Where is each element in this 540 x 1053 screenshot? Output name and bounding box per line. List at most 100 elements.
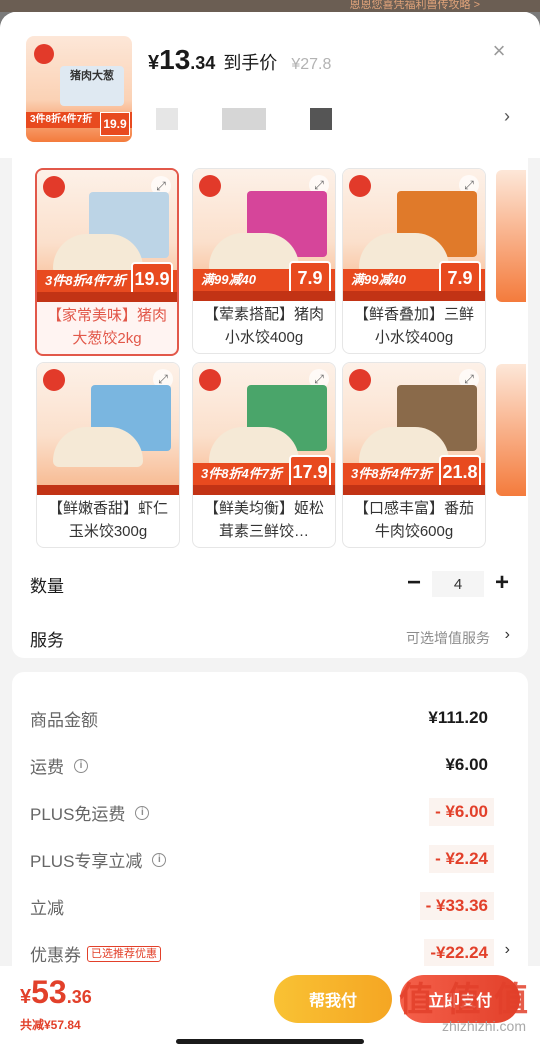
fee-label: 立减 (30, 894, 64, 919)
quantity-input[interactable] (432, 571, 484, 597)
watermark-url: zhizhizhi.com (441, 1018, 526, 1034)
fee-breakdown-card: 商品金额 ¥111.20 运费 i ¥6.00 PLUS免运费 i - ¥6.00 PLUS专享… (12, 672, 528, 992)
product-variant-name: 【家常美味】猪肉大葱饺2kg (47, 307, 168, 347)
promo-strip (343, 485, 485, 495)
dumpling-bowl-image (359, 233, 449, 273)
service-label: 服务 (30, 631, 64, 650)
original-price: ¥27.8 (291, 56, 332, 73)
promo-strip (343, 291, 485, 301)
fee-row: PLUS专享立减 i - ¥2.24 (30, 841, 510, 873)
close-icon[interactable]: × (488, 40, 510, 62)
fee-label-text: 立减 (30, 899, 64, 918)
quantity-plus-button[interactable]: + (490, 568, 514, 600)
sheet-header: 猪肉大葱 3件8折4件7折 19.9 ¥ 13 .34 到手价 ¥27.8 × … (0, 12, 540, 158)
info-icon[interactable]: i (135, 805, 150, 820)
service-row[interactable]: 服务 可选增值服务 › (30, 622, 510, 652)
product-variant-tile[interactable]: ⤢ 满99减40 7.9 【荤素搭配】猪肉小水饺400g (192, 168, 336, 354)
dumpling-bowl-image (209, 233, 299, 273)
partial-product-tile[interactable] (496, 364, 526, 496)
fee-label-text: PLUS专享立减 (30, 852, 143, 871)
top-strip: 恩恩您喜凭福利兽传攻略 > (0, 0, 540, 12)
promo-strip (37, 292, 177, 302)
checkout-bar: ¥ 53 .36 共减¥57.84 帮我付 立即支付 值 值 值 zhizhiz… (0, 966, 540, 1053)
chevron-right-icon[interactable]: › (504, 106, 510, 127)
dumpling-bowl-image (53, 234, 143, 274)
spec-swatch (222, 108, 266, 130)
brand-logo-icon (43, 176, 65, 198)
fee-row: 运费 i ¥6.00 (30, 747, 510, 779)
fee-row: 商品金额 ¥111.20 (30, 700, 510, 732)
price-badge: 19.9 (131, 262, 173, 296)
product-image: ⤢ 满99减40 7.9 (193, 169, 335, 301)
partial-product-tile[interactable] (496, 170, 526, 302)
top-hint[interactable]: 恩恩您喜凭福利兽传攻略 > (350, 0, 480, 12)
promo-strip (193, 291, 335, 301)
product-image: ⤢ 满99减40 7.9 (343, 169, 485, 301)
home-indicator (176, 1039, 364, 1044)
total-price: ¥ 53 .36 (20, 974, 92, 1011)
quantity-label: 数量 (30, 577, 64, 596)
product-thumbnail[interactable]: 猪肉大葱 3件8折4件7折 19.9 (26, 36, 132, 142)
product-variant-tile[interactable]: ⤢ 3件8折4件7折 19.9 【家常美味】猪肉大葱饺2kg (35, 168, 179, 356)
product-variant-tile[interactable]: ⤢ 【鲜嫩香甜】虾仁玉米饺300g (36, 362, 180, 548)
product-variant-name: 【鲜香叠加】三鲜小水饺400g (353, 306, 474, 346)
fee-label: PLUS免运费 i (30, 800, 150, 825)
fee-label-text: 商品金额 (30, 711, 98, 730)
help-me-pay-button[interactable]: 帮我付 (274, 975, 392, 1023)
quantity-minus-button[interactable]: − (402, 568, 426, 600)
product-image: ⤢ 3件8折4件7折 17.9 (193, 363, 335, 495)
thumb-price: 19.9 (100, 112, 130, 136)
price-symbol: ¥ (148, 52, 160, 74)
brand-logo-icon (349, 175, 371, 197)
brand-logo-icon (199, 175, 221, 197)
price-badge: 17.9 (289, 455, 331, 489)
fee-value: - ¥2.24 (429, 845, 494, 873)
fee-label: 运费 i (30, 753, 88, 778)
selected-spec-row[interactable] (156, 108, 376, 130)
dumpling-bowl-image (359, 427, 449, 467)
fee-label-text: PLUS免运费 (30, 805, 126, 824)
spec-swatch (310, 108, 332, 130)
price-badge: 7.9 (289, 261, 331, 295)
fee-row: PLUS免运费 i - ¥6.00 (30, 794, 510, 826)
price-row: ¥ 13 .34 到手价 ¥27.8 (148, 44, 331, 76)
promo-strip (193, 485, 335, 495)
product-image: ⤢ (37, 363, 179, 495)
quantity-row: 数量 − + (30, 568, 510, 600)
total-saved: 共减¥57.84 (20, 1018, 81, 1032)
spec-swatch (156, 108, 178, 130)
price-badge: 7.9 (439, 261, 481, 295)
product-variant-tile[interactable]: ⤢ 3件8折4件7折 17.9 【鲜美均衡】姬松茸素三鲜饺… (192, 362, 336, 548)
product-variant-name: 【荤素搭配】猪肉小水饺400g (203, 306, 324, 346)
product-image: ⤢ 3件8折4件7折 21.8 (343, 363, 485, 495)
fee-value: - ¥33.36 (419, 892, 494, 920)
fee-value: ¥111.20 (428, 708, 488, 727)
price-integer: 13 (159, 44, 191, 75)
total-price-symbol: ¥ (20, 986, 32, 1008)
fee-row[interactable]: 优惠券 已选推荐优惠 -¥22.24 › (30, 935, 510, 967)
chevron-right-icon[interactable]: › (505, 941, 510, 959)
info-icon[interactable]: i (74, 758, 88, 773)
total-price-decimal: .36 (66, 987, 92, 1007)
product-variant-tile[interactable]: ⤢ 3件8折4件7折 21.8 【口感丰富】番茄牛肉饺600g (342, 362, 486, 548)
fee-value: -¥22.24 (424, 939, 494, 967)
coupon-tag: 已选推荐优惠 (87, 945, 161, 962)
price-decimal: .34 (190, 53, 216, 73)
service-value: 可选增值服务 (406, 630, 490, 646)
dumpling-bowl-image (209, 427, 299, 467)
fee-label: PLUS专享立减 i (30, 847, 167, 872)
watermark-logo: 值 值 值 (399, 981, 530, 1019)
dumpling-bowl-image (53, 427, 143, 467)
promo-strip (37, 485, 179, 495)
chevron-right-icon: › (504, 626, 510, 643)
brand-logo-icon (199, 369, 221, 391)
brand-logo-icon (349, 369, 371, 391)
fee-row: 立减 - ¥33.36 (30, 888, 510, 920)
fee-value: - ¥6.00 (429, 798, 494, 826)
info-icon[interactable]: i (152, 852, 167, 867)
purchase-sheet: 猪肉大葱 3件8折4件7折 19.9 ¥ 13 .34 到手价 ¥27.8 × … (0, 12, 540, 1053)
brand-logo-icon (43, 369, 65, 391)
fee-value: ¥6.00 (445, 755, 488, 774)
product-variant-name: 【鲜嫩香甜】虾仁玉米饺300g (47, 500, 168, 540)
product-variant-tile[interactable]: ⤢ 满99减40 7.9 【鲜香叠加】三鲜小水饺400g (342, 168, 486, 354)
